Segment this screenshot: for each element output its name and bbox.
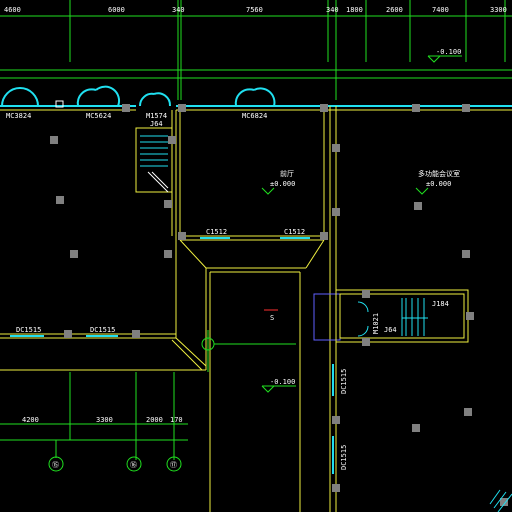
floor-plan-drawing: 4600 6000 340 7560 340 1800 2600 7400 33…: [0, 0, 512, 512]
door-label-mc3824: MC3824: [6, 112, 31, 120]
level-bottom-text: -0.100: [270, 378, 295, 386]
window-label-c1512-right: C1512: [284, 228, 305, 236]
level-mark-top-right: -0.100: [427, 48, 462, 63]
dim-7560: 7560: [246, 6, 263, 14]
center-mark-text: S: [270, 314, 274, 322]
dim-3300: 3300: [490, 6, 507, 14]
north-wall: [0, 85, 512, 111]
door-label-mc5624: MC5624: [86, 112, 111, 120]
dim-2600: 2600: [386, 6, 403, 14]
window-label-dc1515-left: DC1515: [16, 326, 41, 334]
stair-right-block: [313, 289, 469, 343]
window-label-c1512-left: C1512: [206, 228, 227, 236]
door-label-j64-top: J64: [150, 120, 163, 128]
stair-label-j64-right: J64: [384, 326, 397, 334]
level-symbol-conference: [415, 187, 429, 195]
windows: [10, 237, 334, 474]
axis-bubble-16-text: ⑯: [130, 461, 137, 469]
axis-bubble-15-text: ⑮: [52, 461, 59, 469]
room-level-lobby: ±0.000: [270, 180, 295, 188]
dim-1800: 1800: [346, 6, 363, 14]
interior-walls: [0, 106, 337, 512]
dim-2000: 2000: [146, 416, 163, 424]
window-label-dc1515-vertical-bottom: DC1515: [340, 445, 348, 470]
level-symbol-lobby: [261, 187, 275, 195]
dim-3300-bottom: 3300: [96, 416, 113, 424]
level-symbol-bottom: [261, 385, 275, 393]
door-label-mc6824: MC6824: [242, 112, 267, 120]
stair-label-j184: J184: [432, 300, 449, 308]
room-level-conference: ±0.000: [426, 180, 451, 188]
room-name-conference: 多功能会议室: [418, 169, 460, 178]
window-label-dc1515-vertical-top: DC1515: [340, 369, 348, 394]
window-label-dc1515-right: DC1515: [90, 326, 115, 334]
dim-4600: 4600: [4, 6, 21, 14]
axis-bubbles: ⑮ ⑯ ⑰: [48, 456, 182, 472]
cad-floor-plan-viewport[interactable]: 4600 6000 340 7560 340 1800 2600 7400 33…: [0, 0, 512, 512]
dim-7400: 7400: [432, 6, 449, 14]
door-label-m1021: M1021: [372, 313, 380, 334]
dim-6000: 6000: [108, 6, 125, 14]
door-label-m1574: M1574: [146, 112, 167, 120]
room-name-lobby: 前厅: [280, 169, 294, 178]
dim-4200: 4200: [22, 416, 39, 424]
axis-bubble-17-text: ⑰: [170, 461, 177, 469]
stair-top-left: [135, 127, 173, 193]
dim-340-left: 340: [172, 6, 185, 14]
dim-170: 170: [170, 416, 183, 424]
bottom-dimension-chain: 4200 3300 2000 170: [0, 372, 188, 460]
level-top-right-text: -0.100: [436, 48, 461, 56]
dim-340-right: 340: [326, 6, 339, 14]
